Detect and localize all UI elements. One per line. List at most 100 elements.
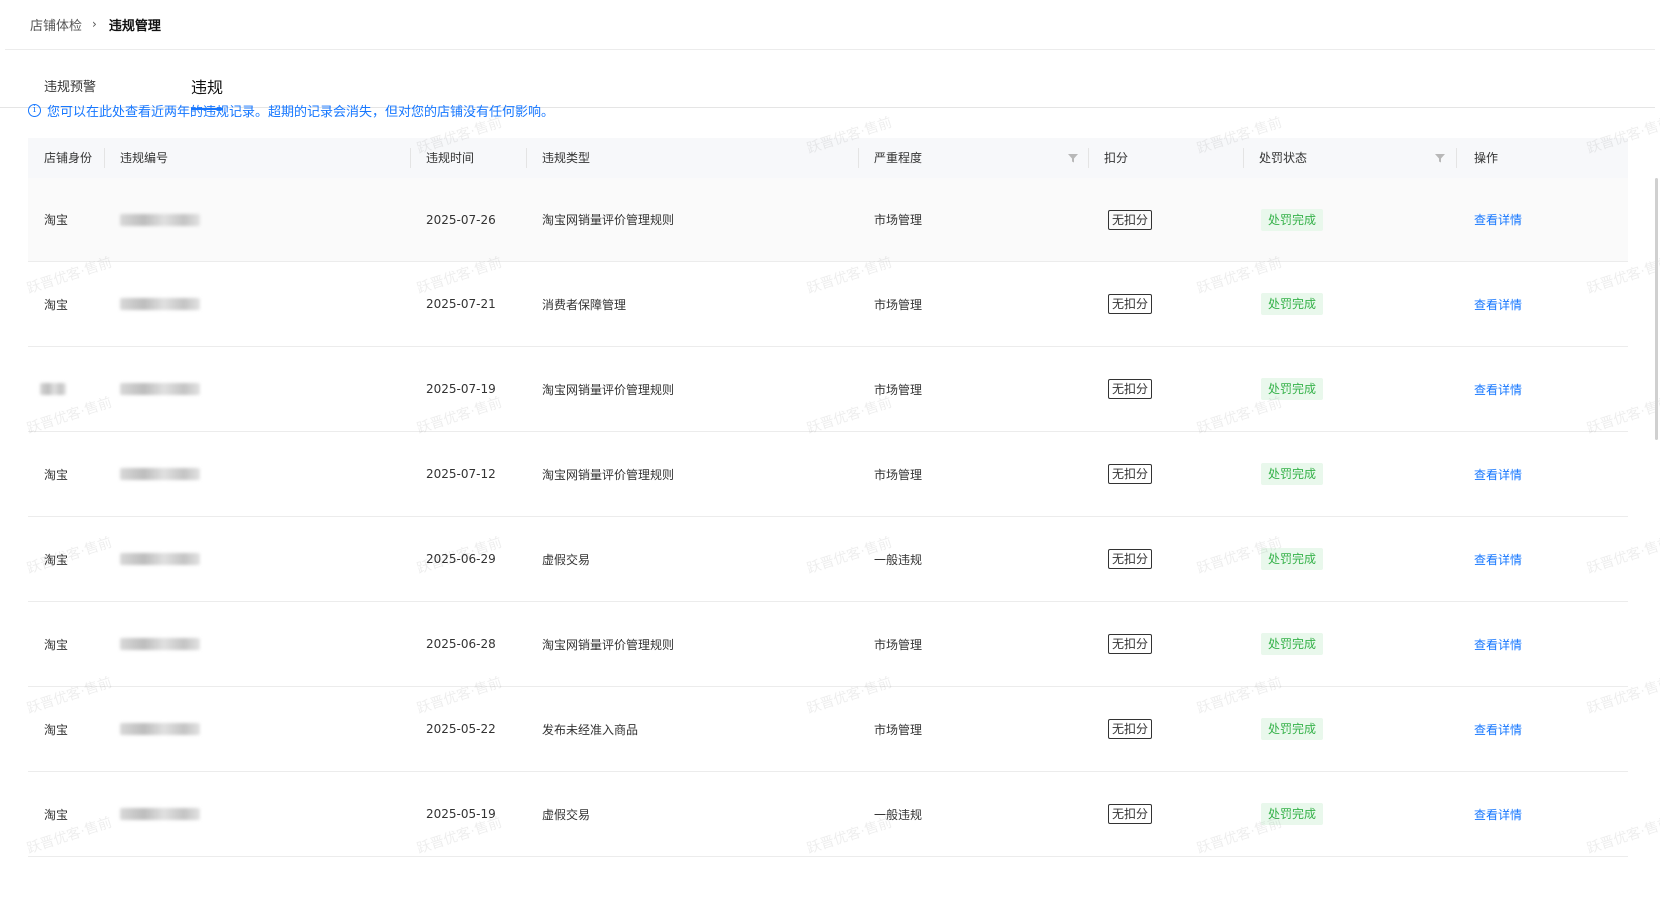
violation-time-cell: 2025-05-22 [426, 722, 496, 736]
notice-text: 您可以在此处查看近两年的违规记录。超期的记录会消失，但对您的店铺没有任何影响。 [47, 105, 555, 119]
status-badge: 处罚完成 [1261, 633, 1324, 655]
violation-no-cell [120, 432, 200, 516]
info-circle-icon: i [28, 104, 41, 117]
status-filter-icon[interactable] [1435, 153, 1445, 163]
penalty-status-cell: 处罚完成 [1261, 687, 1324, 771]
penalty-status-cell: 处罚完成 [1261, 517, 1324, 601]
column-divider [858, 148, 859, 168]
deduction-cell: 无扣分 [1108, 347, 1153, 431]
breadcrumb-current: 违规管理 [108, 18, 161, 34]
action-cell: 查看详情 [1474, 772, 1522, 856]
status-badge: 处罚完成 [1261, 463, 1324, 485]
column-divider [1456, 148, 1457, 168]
deduction-tag: 无扣分 [1108, 379, 1153, 399]
shop-identity-cell: 淘宝 [44, 807, 69, 822]
violation-type-cell: 发布未经准入商品 [542, 722, 639, 737]
shop-identity-cell: 淘宝 [44, 637, 69, 652]
violation-type-cell: 虚假交易 [542, 807, 591, 822]
view-details-link[interactable]: 查看详情 [1474, 806, 1522, 823]
redacted-violation-no [120, 723, 200, 735]
tab-bar: 违规预警 违规 [0, 50, 1655, 110]
chevron-right-icon: › [92, 17, 97, 31]
redacted-shop-identity [40, 383, 66, 395]
view-details-link[interactable]: 查看详情 [1474, 296, 1522, 313]
violation-no-cell [120, 772, 200, 856]
tab-violation-label: 违规 [191, 78, 224, 97]
violation-type-cell: 虚假交易 [542, 552, 591, 567]
violation-type-cell: 淘宝网销量评价管理规则 [542, 382, 675, 397]
action-cell: 查看详情 [1474, 687, 1522, 771]
view-details-link[interactable]: 查看详情 [1474, 381, 1522, 398]
breadcrumb-parent-link[interactable]: 店铺体检 [30, 15, 82, 34]
view-details-link[interactable]: 查看详情 [1474, 466, 1522, 483]
severity-cell: 市场管理 [874, 722, 923, 737]
violation-no-cell [120, 687, 200, 771]
vertical-scrollbar[interactable] [1655, 178, 1658, 440]
shop-identity-cell: 淘宝 [44, 552, 69, 567]
violation-no-cell [120, 262, 200, 346]
view-details-link[interactable]: 查看详情 [1474, 211, 1522, 228]
table-header: 店铺身份 违规编号 违规时间 违规类型 严重程度 扣分 处罚状态 操作 [28, 138, 1628, 178]
violation-table: 店铺身份 违规编号 违规时间 违规类型 严重程度 扣分 处罚状态 操作 淘宝 2… [28, 138, 1628, 857]
deduction-cell: 无扣分 [1108, 432, 1153, 516]
deduction-cell: 无扣分 [1108, 262, 1153, 346]
column-header-shop-identity: 店铺身份 [44, 151, 93, 165]
violation-type-cell: 淘宝网销量评价管理规则 [542, 467, 675, 482]
penalty-status-cell: 处罚完成 [1261, 347, 1324, 431]
table-row: 2025-07-19 淘宝网销量评价管理规则 市场管理 无扣分 处罚完成 查看详… [28, 347, 1628, 432]
column-divider [1088, 148, 1089, 168]
redacted-violation-no [120, 383, 200, 395]
action-cell: 查看详情 [1474, 432, 1522, 516]
table-row: 淘宝 2025-06-28 淘宝网销量评价管理规则 市场管理 无扣分 处罚完成 … [28, 602, 1628, 687]
violation-type-cell: 淘宝网销量评价管理规则 [542, 213, 675, 227]
column-header-violation-type: 违规类型 [542, 151, 591, 165]
shop-identity-cell: 淘宝 [44, 722, 69, 737]
deduction-tag: 无扣分 [1108, 209, 1153, 230]
violation-no-cell [120, 602, 200, 686]
deduction-cell: 无扣分 [1108, 602, 1153, 686]
table-row: 淘宝 2025-06-29 虚假交易 一般违规 无扣分 处罚完成 查看详情 [28, 517, 1628, 602]
violation-time-cell: 2025-06-29 [426, 552, 496, 566]
tab-violation[interactable]: 违规 [191, 74, 224, 110]
deduction-cell: 无扣分 [1108, 687, 1153, 771]
status-badge: 处罚完成 [1261, 548, 1324, 570]
column-header-deduction: 扣分 [1104, 151, 1129, 165]
view-details-link[interactable]: 查看详情 [1474, 551, 1522, 568]
violation-type-cell: 消费者保障管理 [542, 297, 627, 312]
tab-violation-warning[interactable]: 违规预警 [44, 76, 96, 95]
violation-time-cell: 2025-07-26 [426, 212, 496, 227]
violation-time-cell: 2025-06-28 [426, 637, 496, 651]
shop-identity-cell: 淘宝 [44, 467, 69, 482]
view-details-link[interactable]: 查看详情 [1474, 636, 1522, 653]
severity-cell: 市场管理 [874, 382, 923, 397]
status-badge: 处罚完成 [1261, 718, 1324, 740]
penalty-status-cell: 处罚完成 [1261, 262, 1324, 346]
deduction-cell: 无扣分 [1108, 178, 1153, 261]
deduction-cell: 无扣分 [1108, 772, 1153, 856]
status-badge: 处罚完成 [1261, 803, 1324, 825]
violation-type-cell: 淘宝网销量评价管理规则 [542, 637, 675, 652]
severity-cell: 市场管理 [874, 213, 923, 227]
redacted-violation-no [120, 808, 200, 820]
breadcrumb: 店铺体检 › 违规管理 [30, 14, 161, 34]
penalty-status-cell: 处罚完成 [1261, 432, 1324, 516]
severity-filter-icon[interactable] [1068, 153, 1078, 163]
status-badge: 处罚完成 [1261, 208, 1324, 231]
status-badge: 处罚完成 [1261, 378, 1324, 400]
violation-time-cell: 2025-07-21 [426, 297, 496, 311]
shop-identity-cell: 淘宝 [44, 213, 69, 227]
deduction-cell: 无扣分 [1108, 517, 1153, 601]
view-details-link[interactable]: 查看详情 [1474, 721, 1522, 738]
column-header-penalty-status: 处罚状态 [1259, 151, 1308, 165]
column-divider [526, 148, 527, 168]
column-header-severity: 严重程度 [874, 151, 923, 165]
redacted-violation-no [120, 468, 200, 480]
column-divider [104, 148, 105, 168]
severity-cell: 一般违规 [874, 807, 923, 822]
violation-time-cell: 2025-05-19 [426, 807, 496, 821]
severity-cell: 市场管理 [874, 637, 923, 652]
violation-no-cell [120, 347, 200, 431]
violation-no-cell [120, 178, 200, 261]
deduction-tag: 无扣分 [1108, 719, 1153, 739]
penalty-status-cell: 处罚完成 [1261, 602, 1324, 686]
